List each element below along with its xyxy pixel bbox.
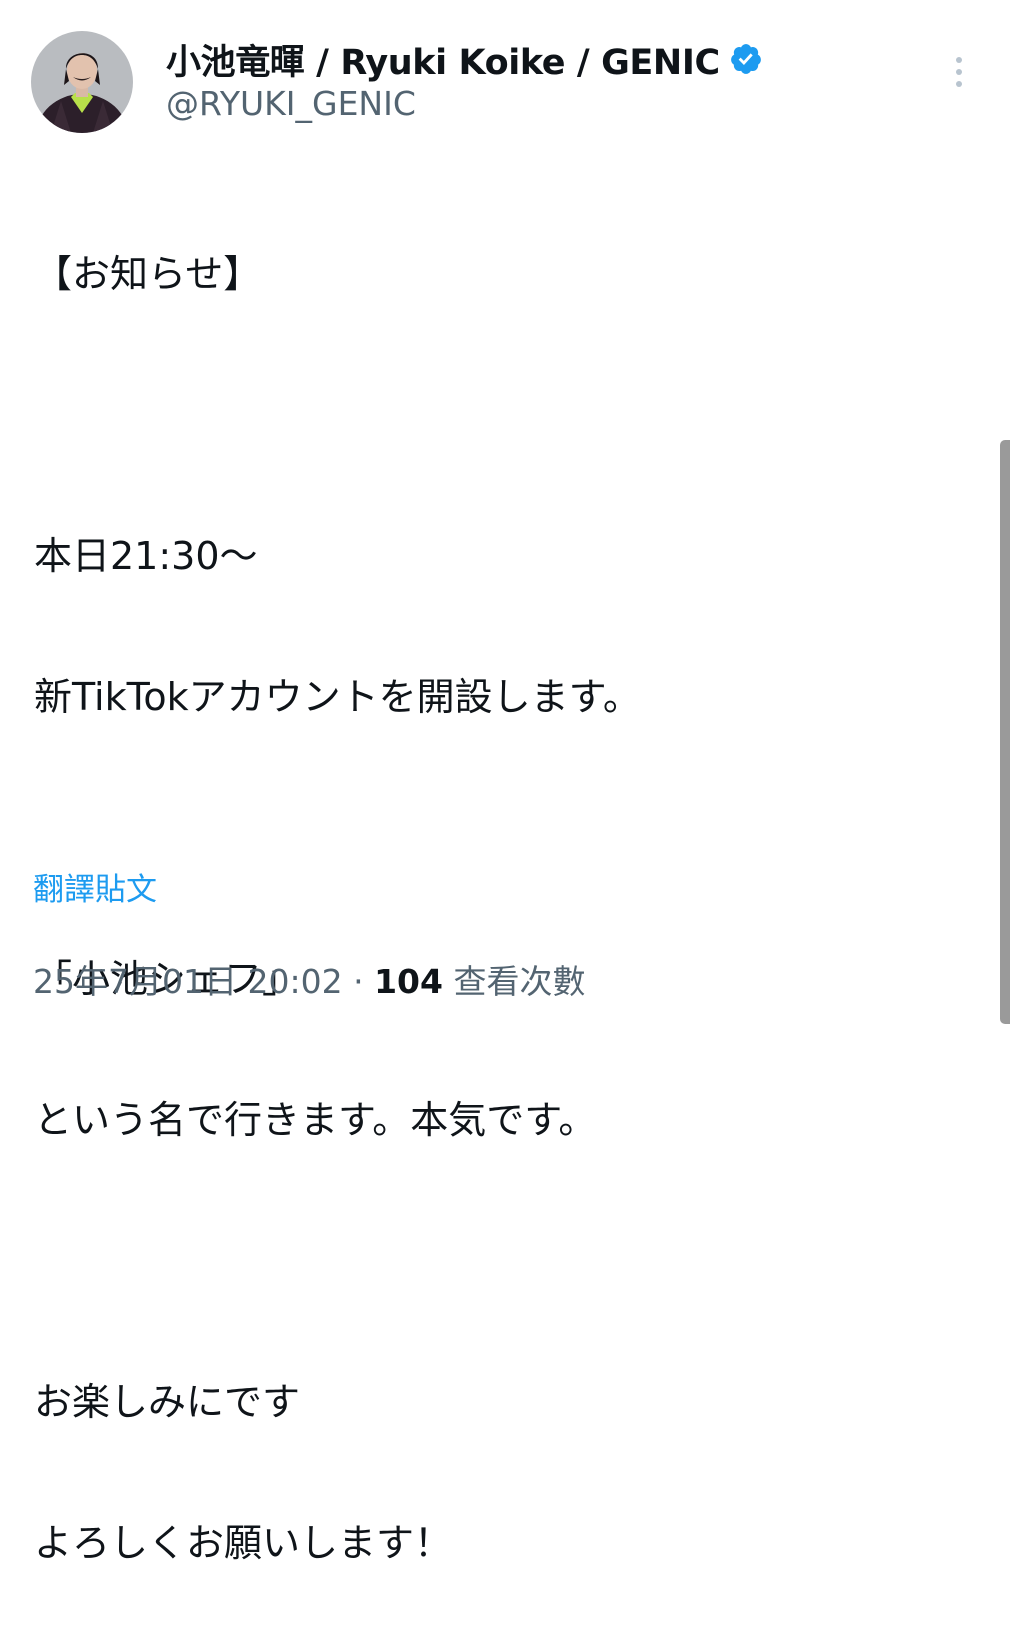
meta-separator: · [342, 962, 375, 1001]
scrollbar[interactable] [1000, 440, 1010, 1024]
tweet-text: 【お知らせ】 本日21:30～ 新TikTokアカウントを開設します。 「小池シ… [34, 168, 974, 1649]
author-handle[interactable]: @RYUKI_GENIC [166, 84, 416, 123]
tweet-line: よろしくお願いします！ [34, 1520, 453, 1565]
verified-badge-icon [729, 42, 763, 76]
author-display-name[interactable]: 小池竜暉 / Ryuki Koike / GENIC [166, 34, 720, 85]
tweet-line: という名で行きます。本気です。 [34, 1097, 597, 1142]
translate-post-link[interactable]: 翻譯貼文 [33, 864, 157, 909]
more-vertical-icon[interactable] [949, 52, 969, 92]
avatar-image [31, 31, 133, 133]
tweet-line: 本日21:30～ [34, 533, 258, 578]
tweet-line: 新TikTokアカウントを開設します。 [34, 674, 641, 719]
avatar[interactable] [31, 31, 133, 133]
tweet-timestamp[interactable]: 25年7月01日 20:02 [33, 962, 343, 1001]
views-count[interactable]: 104 [374, 962, 443, 1001]
author-name-row[interactable]: 小池竜暉 / Ryuki Koike / GENIC [166, 34, 763, 85]
tweet-line: お楽しみにです [34, 1379, 301, 1424]
views-label: 查看次數 [442, 962, 586, 1001]
tweet-line: 【お知らせ】 [34, 251, 262, 296]
tweet-meta: 25年7月01日 20:02 · 104 查看次數 [33, 955, 585, 1003]
